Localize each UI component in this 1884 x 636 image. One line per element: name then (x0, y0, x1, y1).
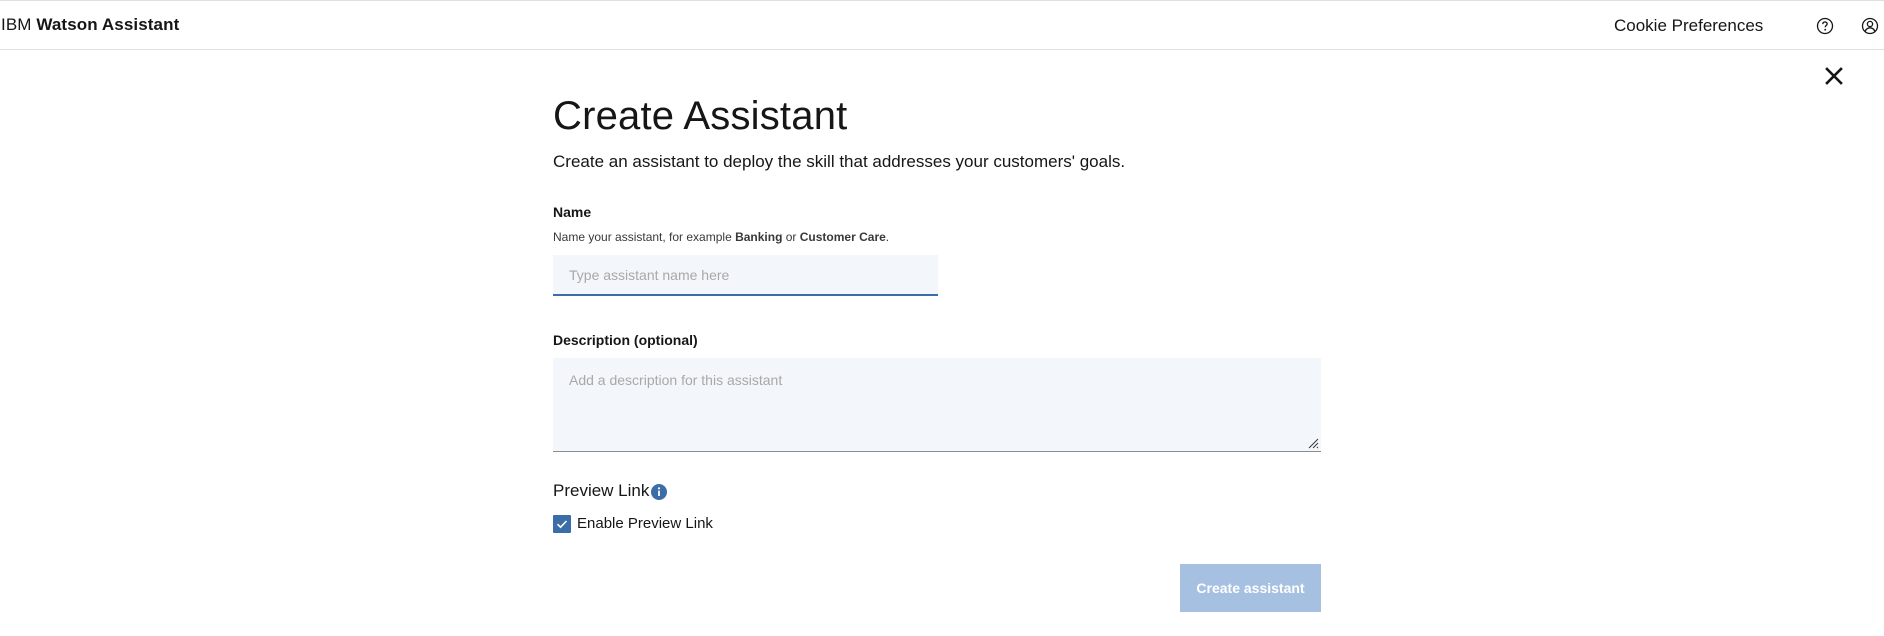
info-icon[interactable] (650, 483, 668, 501)
brand-product: Watson Assistant (36, 15, 180, 34)
create-assistant-button[interactable]: Create assistant (1180, 564, 1321, 612)
page-title: Create Assistant (553, 94, 848, 138)
name-helper-text: Name your assistant, for example Banking… (553, 230, 889, 244)
close-icon[interactable] (1820, 62, 1848, 90)
resize-handle-icon[interactable] (1307, 437, 1319, 449)
assistant-name-input[interactable] (553, 255, 938, 296)
enable-preview-link-label[interactable]: Enable Preview Link (577, 515, 713, 532)
preview-link-heading: Preview Link (553, 481, 650, 500)
name-helper-example-banking: Banking (735, 230, 783, 244)
help-icon[interactable] (1815, 16, 1835, 36)
name-label: Name (553, 204, 592, 220)
create-assistant-form: Create Assistant Create an assistant to … (553, 92, 1323, 174)
cookie-preferences-link[interactable]: Cookie Preferences (1614, 16, 1763, 36)
page-subtitle: Create an assistant to deploy the skill … (553, 152, 1126, 171)
app-brand[interactable]: IBM Watson Assistant (1, 15, 179, 35)
top-header: IBM Watson Assistant Cookie Preferences (0, 0, 1884, 50)
name-helper-or: or (782, 230, 800, 244)
name-helper-suffix: . (885, 230, 890, 244)
description-field-container (553, 358, 1321, 452)
checkmark-icon (556, 520, 568, 529)
assistant-description-textarea[interactable] (553, 358, 1321, 451)
brand-prefix: IBM (1, 15, 32, 34)
name-helper-prefix: Name your assistant, for example (553, 230, 736, 244)
enable-preview-link-checkbox[interactable] (553, 515, 571, 533)
name-helper-example-customer-care: Customer Care (799, 230, 886, 244)
description-label: Description (optional) (553, 332, 698, 348)
user-avatar-icon[interactable] (1860, 16, 1880, 36)
